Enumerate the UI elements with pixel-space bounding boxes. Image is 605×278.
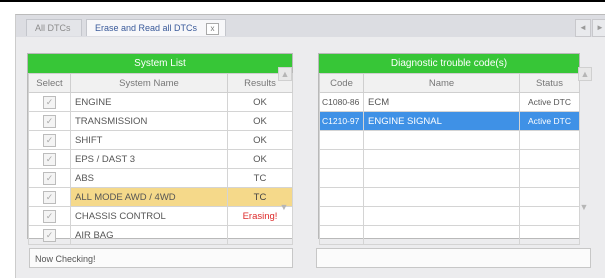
dtc-status [519,168,580,188]
system-list-table: Select System Name Results ✓ ENGINE OK ✓… [28,73,293,245]
select-checkbox[interactable]: ✓ [43,95,56,109]
dtc-code [319,225,364,245]
dtc-header: Code Name Status [319,73,580,93]
dtc-row-empty[interactable] [319,225,580,245]
dtc-row-selected[interactable]: C1210-97 ENGINE SIGNAL Active DTC [319,111,580,131]
tab-scroll-right-icon[interactable]: ► [592,19,605,37]
dtc-code [319,168,364,188]
system-row-air-bag[interactable]: ✓ AIR BAG [28,225,293,245]
scroll-down-icon[interactable]: ▼ [578,201,590,213]
system-name: ENGINE [70,92,228,112]
column-name: Name [363,73,520,93]
system-name: CHASSIS CONTROL [70,206,228,226]
select-checkbox[interactable]: ✓ [43,114,56,128]
dtc-panel-title: Diagnostic trouble code(s) [319,54,579,73]
system-row-engine[interactable]: ✓ ENGINE OK [28,92,293,112]
dtc-name: ECM [363,92,520,112]
tab-all-dtcs-label: All DTCs [35,23,71,33]
select-checkbox[interactable]: ✓ [43,228,56,242]
dtc-name [363,187,520,207]
dtc-name [363,130,520,150]
system-name: TRANSMISSION [70,111,228,131]
system-list-panel: System List Select System Name Results ✓… [27,53,293,262]
system-row-transmission[interactable]: ✓ TRANSMISSION OK [28,111,293,131]
dtc-row-empty[interactable] [319,168,580,188]
dtc-status [519,206,580,226]
dtc-row-empty[interactable] [319,149,580,169]
dtc-code: C1080-86 [319,92,364,112]
diagnostic-screen: All DTCs Erase and Read all DTCs x ◄ ► S… [15,14,605,278]
system-name: EPS / DAST 3 [70,149,228,169]
select-checkbox[interactable]: ✓ [43,171,56,185]
column-system-name: System Name [70,73,228,93]
dtc-status [519,225,580,245]
dtc-name [363,206,520,226]
dtc-list-scrollbar[interactable]: ▲ ▼ [578,53,592,212]
system-name: ABS [70,168,228,188]
system-result [227,225,293,245]
dtc-code: C1210-97 [319,111,364,131]
column-status: Status [519,73,580,93]
tab-erase-and-read[interactable]: Erase and Read all DTCs x [86,19,226,36]
system-row-abs[interactable]: ✓ ABS TC [28,168,293,188]
column-select: Select [28,73,71,93]
system-row-shift[interactable]: ✓ SHIFT OK [28,130,293,150]
system-row-eps[interactable]: ✓ EPS / DAST 3 OK [28,149,293,169]
scroll-down-icon[interactable]: ▼ [278,201,290,213]
dtc-table: Code Name Status C1080-86 ECM Active DTC… [319,73,580,245]
status-message: Now Checking! [35,254,96,264]
system-list-title: System List [28,54,292,73]
column-code: Code [319,73,364,93]
close-tab-icon[interactable]: x [206,23,219,35]
dtc-row-empty[interactable] [319,206,580,226]
system-list-header: Select System Name Results [28,73,293,93]
tab-scroll-left-icon[interactable]: ◄ [575,19,591,37]
system-name: SHIFT [70,130,228,150]
system-name: ALL MODE AWD / 4WD [70,187,228,207]
dtc-name [363,168,520,188]
system-list-scrollbar[interactable]: ▲ ▼ [278,53,292,212]
dtc-status: Active DTC [519,111,580,131]
dtc-name [363,225,520,245]
dtc-name [363,149,520,169]
dtc-panel: Diagnostic trouble code(s) Code Name Sta… [318,53,580,245]
dtc-status [519,187,580,207]
tab-erase-label: Erase and Read all DTCs [95,23,198,33]
dtc-code [319,187,364,207]
select-checkbox[interactable]: ✓ [43,209,56,223]
select-checkbox[interactable]: ✓ [43,152,56,166]
dtc-status [519,130,580,150]
select-checkbox[interactable]: ✓ [43,190,56,204]
tab-all-dtcs[interactable]: All DTCs [26,19,82,36]
status-message-box: Now Checking! [29,248,293,268]
top-border [0,0,605,2]
status-detail-box [316,248,591,268]
scroll-up-icon[interactable]: ▲ [578,67,592,81]
select-checkbox[interactable]: ✓ [43,133,56,147]
system-row-chassis-control[interactable]: ✓ CHASSIS CONTROL Erasing! [28,206,293,226]
dtc-row[interactable]: C1080-86 ECM Active DTC [319,92,580,112]
dtc-status: Active DTC [519,92,580,112]
dtc-name: ENGINE SIGNAL [363,111,520,131]
system-row-awd[interactable]: ✓ ALL MODE AWD / 4WD TC [28,187,293,207]
dtc-status [519,149,580,169]
scroll-up-icon[interactable]: ▲ [278,67,292,81]
dtc-code [319,206,364,226]
dtc-code [319,149,364,169]
dtc-row-empty[interactable] [319,130,580,150]
system-name: AIR BAG [70,225,228,245]
tab-bar: All DTCs Erase and Read all DTCs x ◄ ► [16,15,605,37]
dtc-code [319,130,364,150]
dtc-row-empty[interactable] [319,187,580,207]
